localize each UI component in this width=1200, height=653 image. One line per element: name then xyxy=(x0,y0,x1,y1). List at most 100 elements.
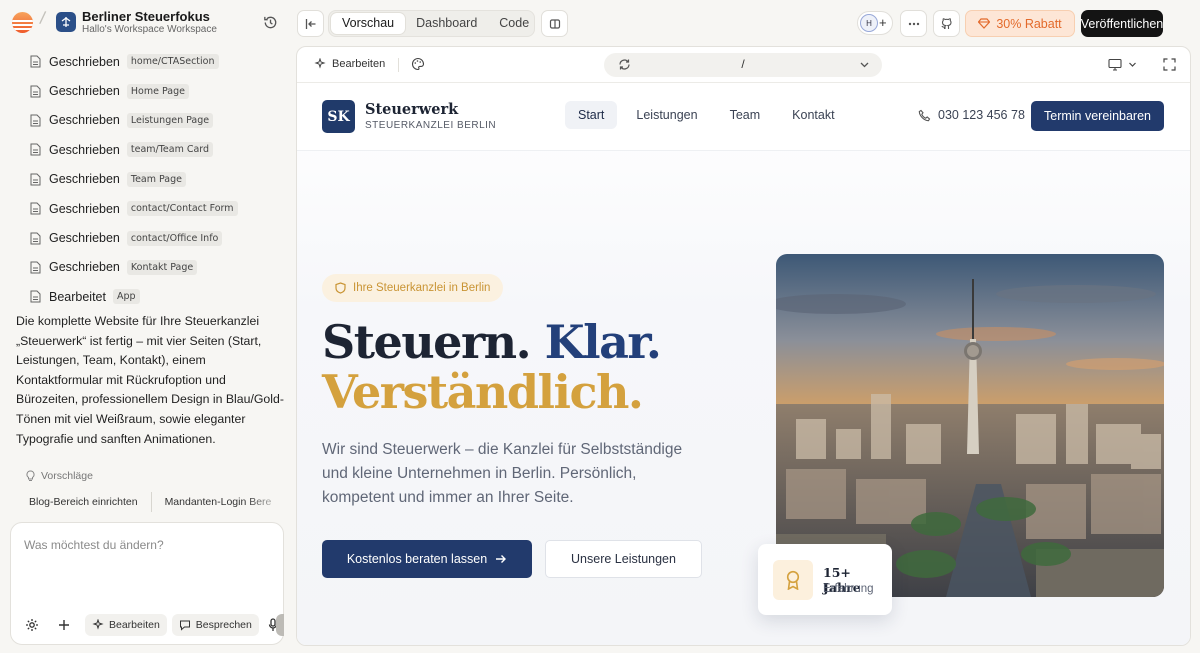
discount-label: 30% Rabatt xyxy=(996,16,1062,31)
file-icon xyxy=(30,114,41,127)
file-path-tag: App xyxy=(112,289,140,305)
chat-sidebar: / Berliner Steuerfokus Hallo's Workspace… xyxy=(0,0,295,653)
more-button[interactable] xyxy=(900,10,927,37)
file-action: Geschrieben xyxy=(49,231,120,246)
collapse-left-icon xyxy=(305,18,315,29)
fullscreen-icon[interactable] xyxy=(1163,58,1176,71)
hero-headline: Steuern. Klar. xyxy=(322,315,662,369)
invite-plus[interactable]: + xyxy=(879,15,887,30)
avatar[interactable]: H xyxy=(860,14,878,32)
appointment-button[interactable]: Termin vereinbaren xyxy=(1031,101,1164,131)
file-action: Bearbeitet xyxy=(49,289,106,304)
collapse-sidebar-button[interactable] xyxy=(297,10,324,37)
file-path-tag: Leistungen Page xyxy=(126,112,214,128)
suggestions-header: Vorschläge xyxy=(25,470,93,482)
suggestions-list: Blog-Bereich einrichten Mandanten-Login B… xyxy=(16,492,286,514)
tab-preview[interactable]: Vorschau xyxy=(331,13,406,34)
top-bar: Vorschau Dashboard Code H + 30% Rabatt V… xyxy=(295,0,1200,44)
consultation-label: Kostenlos beraten lassen xyxy=(346,552,488,566)
palette-icon[interactable] xyxy=(411,57,425,71)
discount-button[interactable]: 30% Rabatt xyxy=(965,10,1075,37)
site-brand-name[interactable]: Steuerwerk xyxy=(365,101,458,118)
history-icon[interactable] xyxy=(262,14,279,31)
list-item[interactable]: Geschrieben home/CTASection xyxy=(30,47,290,76)
tab-dashboard[interactable]: Dashboard xyxy=(405,13,488,34)
list-item[interactable]: Geschrieben contact/Contact Form xyxy=(30,194,290,223)
list-item[interactable]: Geschrieben Leistungen Page xyxy=(30,106,290,135)
split-view-icon xyxy=(549,18,560,29)
message-input[interactable]: Was möchtest du ändern? xyxy=(24,538,164,552)
publish-button[interactable]: Veröffentlichen xyxy=(1081,10,1163,37)
file-change-list: Geschrieben home/CTASection Geschrieben … xyxy=(30,47,290,312)
divider xyxy=(398,58,399,72)
split-view-button[interactable] xyxy=(541,10,568,37)
collaborators[interactable]: H + xyxy=(857,11,893,35)
file-icon xyxy=(30,261,41,274)
edit-mode-label: Bearbeiten xyxy=(109,619,160,631)
list-item[interactable]: Geschrieben Home Page xyxy=(30,76,290,105)
file-icon xyxy=(30,202,41,215)
workspace-name: Hallo's Workspace Workspace xyxy=(82,24,217,35)
consultation-button[interactable]: Kostenlos beraten lassen xyxy=(322,540,532,578)
more-icon xyxy=(908,22,919,25)
view-tabs: Vorschau Dashboard Code xyxy=(328,10,535,37)
project-header: / Berliner Steuerfokus Hallo's Workspace… xyxy=(0,0,295,44)
app-logo[interactable] xyxy=(12,12,33,33)
hero-headline-line-2: Verständlich. xyxy=(322,365,644,419)
send-button[interactable] xyxy=(276,614,284,636)
diamond-icon xyxy=(978,18,991,29)
file-action: Geschrieben xyxy=(49,201,120,216)
project-name[interactable]: Berliner Steuerfokus xyxy=(82,9,210,24)
website-preview: SK Steuerwerk STEUERKANZLEI BERLIN Start… xyxy=(297,84,1190,645)
site-logo[interactable]: SK xyxy=(322,100,355,133)
plus-icon[interactable] xyxy=(53,614,75,636)
file-icon xyxy=(30,55,41,68)
site-header: SK Steuerwerk STEUERKANZLEI BERLIN Start… xyxy=(297,84,1190,151)
suggestion-chip[interactable]: Blog-Bereich einrichten xyxy=(16,492,151,512)
headline-part-1: Steuern. xyxy=(322,315,532,369)
list-item[interactable]: Geschrieben Kontakt Page xyxy=(30,253,290,282)
preview-frame: Bearbeiten / SK Steuerwerk STEUERKANZLEI… xyxy=(296,46,1191,646)
file-path-tag: Home Page xyxy=(126,83,189,99)
chevron-down-icon[interactable] xyxy=(859,59,870,70)
github-button[interactable] xyxy=(933,10,960,37)
github-icon xyxy=(941,18,952,29)
composer-toolbar: Bearbeiten Besprechen xyxy=(21,614,294,636)
list-item[interactable]: Bearbeitet App xyxy=(30,282,290,311)
url-path: / xyxy=(741,57,745,71)
discuss-mode-button[interactable]: Besprechen xyxy=(171,614,259,636)
file-icon xyxy=(30,232,41,245)
nav-link-kontakt[interactable]: Kontakt xyxy=(779,101,847,129)
services-button[interactable]: Unsere Leistungen xyxy=(545,540,702,578)
sparkle-icon xyxy=(92,619,104,630)
file-action: Geschrieben xyxy=(49,54,120,69)
nav-link-team[interactable]: Team xyxy=(717,101,774,129)
file-action: Geschrieben xyxy=(49,113,120,128)
fade-overlay xyxy=(246,492,286,514)
visual-edit-button[interactable]: Bearbeiten xyxy=(314,58,385,70)
device-selector[interactable] xyxy=(1108,58,1137,71)
sparkle-icon xyxy=(314,58,326,69)
tab-code[interactable]: Code xyxy=(488,13,540,34)
settings-icon[interactable] xyxy=(21,614,43,636)
suggestions-title: Vorschläge xyxy=(41,470,93,482)
arrow-right-icon xyxy=(496,555,507,563)
nav-link-start[interactable]: Start xyxy=(565,101,618,129)
experience-card: 15+ Jahre Erfahrung xyxy=(758,544,892,615)
file-path-tag: Team Page xyxy=(126,171,187,187)
url-bar[interactable]: / xyxy=(604,53,882,77)
headline-part-2: Klar. xyxy=(544,315,662,369)
list-item[interactable]: Geschrieben team/Team Card xyxy=(30,135,290,164)
file-path-tag: contact/Office Info xyxy=(126,230,223,246)
phone-link[interactable]: 030 123 456 78 xyxy=(918,108,1025,122)
edit-mode-button[interactable]: Bearbeiten xyxy=(85,614,167,636)
badge-label: Ihre Steuerkanzlei in Berlin xyxy=(353,282,491,294)
project-icon xyxy=(56,12,76,32)
list-item[interactable]: Geschrieben Team Page xyxy=(30,165,290,194)
nav-link-leistungen[interactable]: Leistungen xyxy=(623,101,710,129)
file-icon xyxy=(30,143,41,156)
location-badge: Ihre Steuerkanzlei in Berlin xyxy=(322,274,504,302)
file-action: Geschrieben xyxy=(49,260,120,275)
list-item[interactable]: Geschrieben contact/Office Info xyxy=(30,223,290,252)
file-path-tag: team/Team Card xyxy=(126,142,214,158)
